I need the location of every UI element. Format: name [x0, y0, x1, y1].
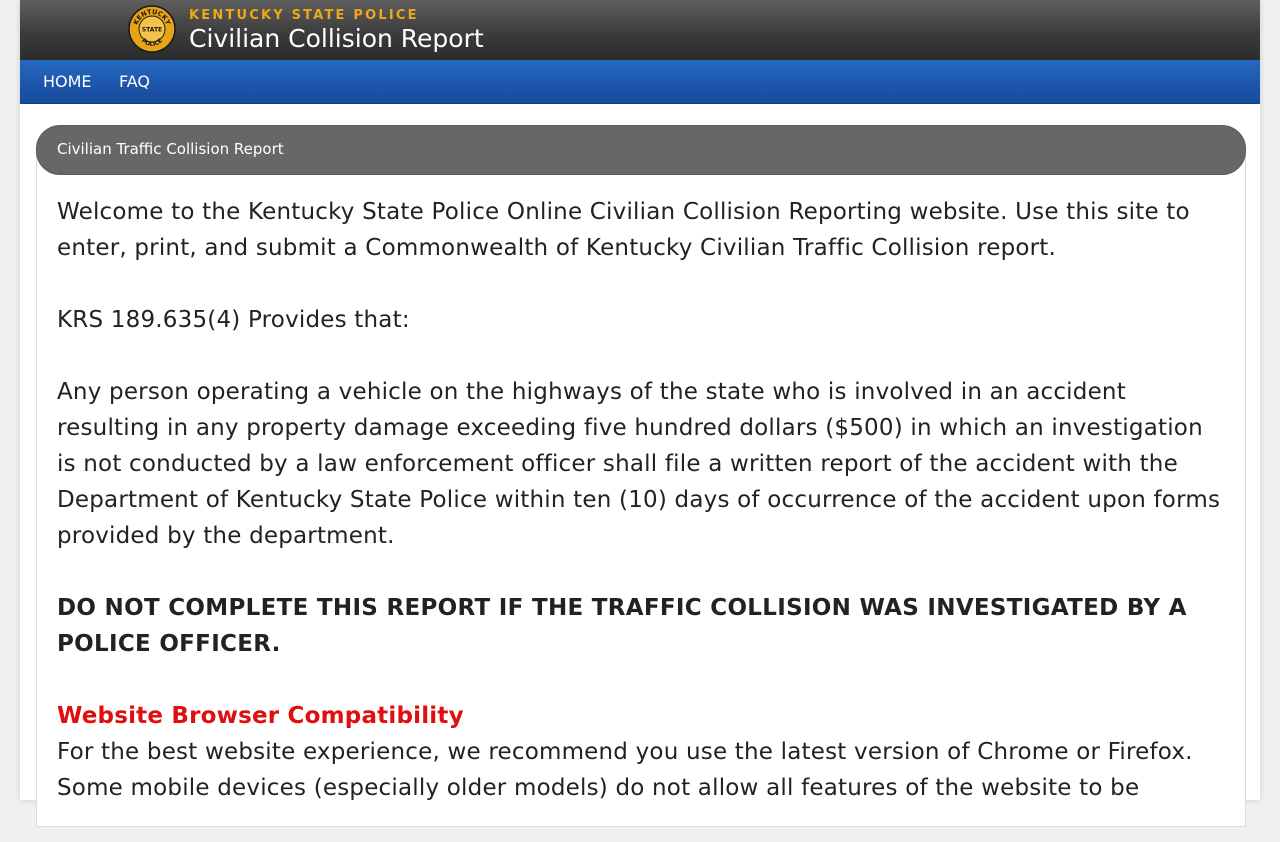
statute-reference: KRS 189.635(4) Provides that:	[57, 307, 410, 333]
seal-center-text: STATE	[142, 27, 162, 34]
statute-text: Any person operating a vehicle on the hi…	[57, 379, 1221, 549]
compatibility-text: For the best website experience, we reco…	[57, 739, 1193, 801]
panel-body: Welcome to the Kentucky State Police Onl…	[57, 194, 1227, 842]
compatibility-heading: Website Browser Compatibility	[57, 703, 464, 729]
intro-paragraph: Welcome to the Kentucky State Police Onl…	[57, 199, 1190, 261]
nav-home-link[interactable]: HOME	[43, 72, 92, 91]
site-header: KENTUCKY STATE POLICE KENTUCKY STATE POL…	[20, 0, 1260, 60]
report-panel: Civilian Traffic Collision Report Welcom…	[36, 125, 1246, 827]
kentucky-state-police-seal-icon[interactable]: KENTUCKY STATE POLICE	[128, 5, 176, 53]
agency-name: KENTUCKY STATE POLICE	[189, 8, 419, 23]
panel-title: Civilian Traffic Collision Report	[57, 140, 284, 158]
nav-faq-link[interactable]: FAQ	[119, 72, 150, 91]
page-container: KENTUCKY STATE POLICE KENTUCKY STATE POL…	[20, 0, 1260, 827]
main-navbar: HOME FAQ	[20, 60, 1260, 104]
app-title: Civilian Collision Report	[189, 24, 484, 53]
police-warning: DO NOT COMPLETE THIS REPORT IF THE TRAFF…	[57, 595, 1187, 657]
panel-heading: Civilian Traffic Collision Report	[36, 125, 1246, 175]
